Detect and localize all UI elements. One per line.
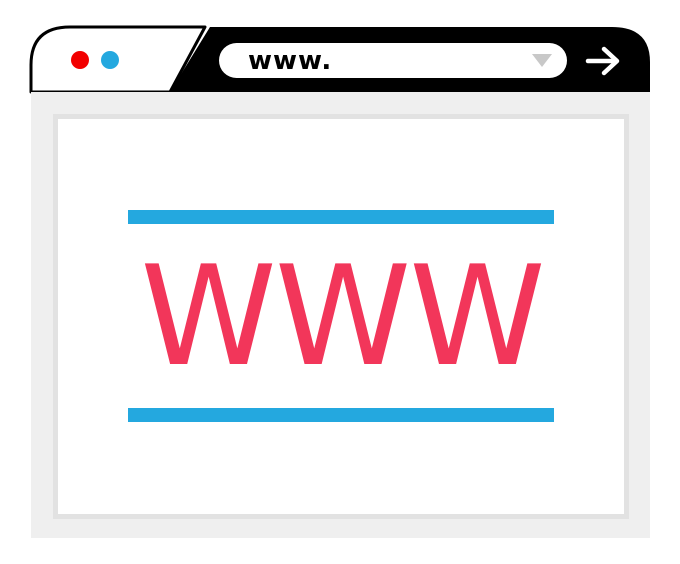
browser-toolbar — [29, 25, 650, 94]
www-headline: WWW — [140, 236, 545, 397]
close-dot-icon[interactable] — [71, 51, 89, 69]
minimize-dot-icon[interactable] — [101, 51, 119, 69]
browser-window-illustration: www. WWW — [0, 0, 680, 564]
address-bar-text[interactable]: www. — [248, 44, 332, 78]
top-rule — [128, 210, 554, 224]
bottom-rule — [128, 408, 554, 422]
